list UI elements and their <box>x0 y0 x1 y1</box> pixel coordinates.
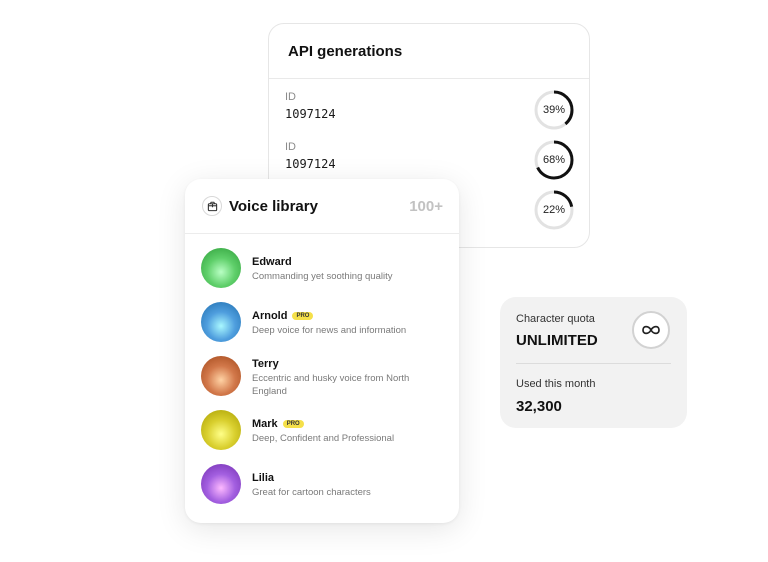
voice-item-terry[interactable]: Terry Eccentric and husky voice from Nor… <box>201 356 445 404</box>
voice-library-card: Voice library 100+ Edward Commanding yet… <box>185 179 459 523</box>
api-generations-title: API generations <box>269 24 589 79</box>
voice-description: Commanding yet soothing quality <box>252 271 393 282</box>
id-label: ID <box>285 91 296 103</box>
voice-name: Mark PRO <box>252 418 304 430</box>
voice-avatar <box>201 356 241 396</box>
progress-percent: 68% <box>542 154 566 166</box>
voice-name: Terry <box>252 358 279 370</box>
package-icon <box>202 196 222 216</box>
voice-description: Deep voice for news and information <box>252 325 407 336</box>
progress-ring: 39% <box>533 89 575 131</box>
quota-label: Character quota <box>516 313 595 325</box>
voice-item-lilia[interactable]: Lilia Great for cartoon characters <box>201 464 445 512</box>
voice-avatar <box>201 410 241 450</box>
voice-description: Deep, Confident and Professional <box>252 433 395 444</box>
voice-library-header: Voice library 100+ <box>185 179 459 234</box>
character-quota-card: Character quota UNLIMITED Used this mont… <box>500 297 687 428</box>
api-generation-row[interactable]: ID 1097124 39% <box>285 89 575 133</box>
voice-avatar <box>201 302 241 342</box>
used-this-month-value: 32,300 <box>516 398 562 415</box>
api-generation-row[interactable]: ID 1097124 68% <box>285 139 575 183</box>
voice-avatar <box>201 248 241 288</box>
voice-description: Great for cartoon characters <box>252 487 371 498</box>
voice-name: Edward <box>252 256 292 268</box>
pro-badge: PRO <box>282 420 304 428</box>
pro-badge: PRO <box>292 312 314 320</box>
voice-item-edward[interactable]: Edward Commanding yet soothing quality <box>201 248 445 296</box>
progress-ring: 22% <box>533 189 575 231</box>
id-label: ID <box>285 141 296 153</box>
voice-count: 100+ <box>409 198 443 215</box>
voice-item-mark[interactable]: Mark PRO Deep, Confident and Professional <box>201 410 445 458</box>
id-value: 1097124 <box>285 107 336 121</box>
voice-item-arnold[interactable]: Arnold PRO Deep voice for news and inform… <box>201 302 445 350</box>
quota-value: UNLIMITED <box>516 332 598 349</box>
voice-description: Eccentric and husky voice from North Eng… <box>252 373 410 397</box>
quota-divider <box>516 363 671 364</box>
progress-ring: 68% <box>533 139 575 181</box>
voice-avatar <box>201 464 241 504</box>
infinity-icon <box>632 311 670 349</box>
id-value: 1097124 <box>285 157 336 171</box>
voice-name: Lilia <box>252 472 275 484</box>
progress-percent: 22% <box>542 204 566 216</box>
voice-name: Arnold PRO <box>252 310 314 322</box>
progress-percent: 39% <box>542 104 566 116</box>
used-this-month-label: Used this month <box>516 378 596 390</box>
voice-library-title: Voice library <box>229 198 318 215</box>
